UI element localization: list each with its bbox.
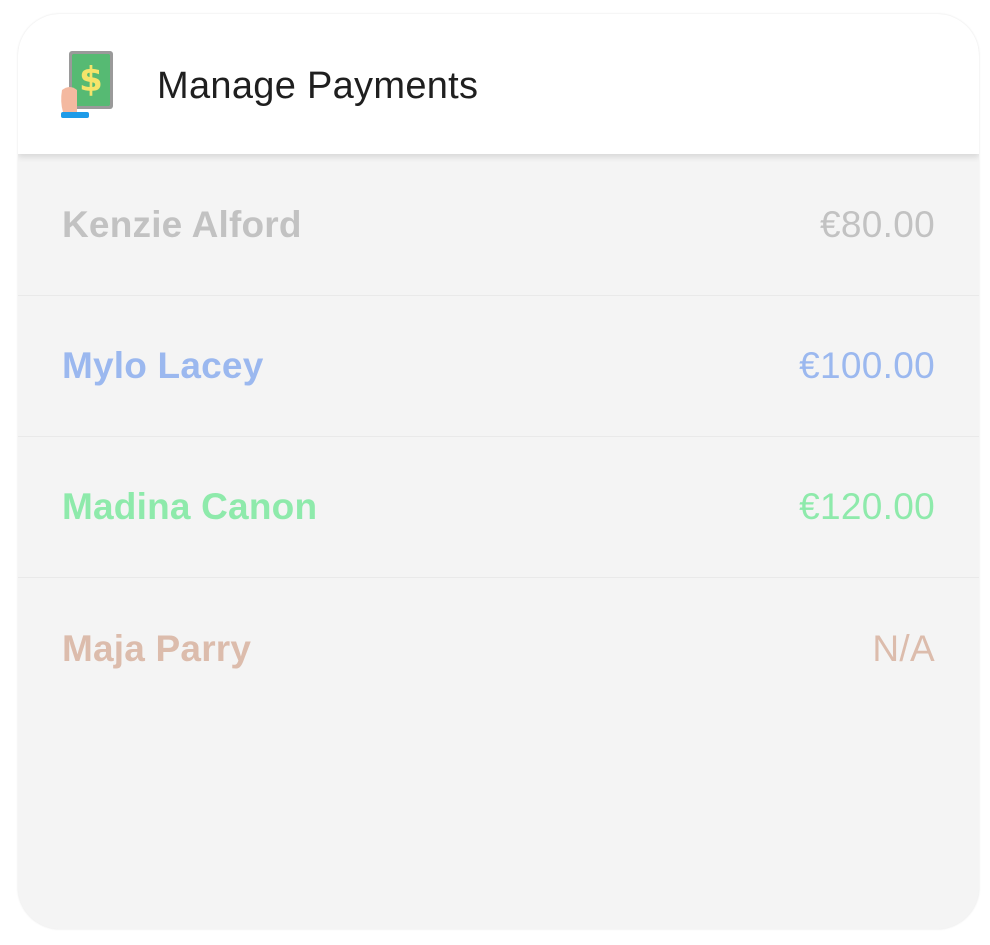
payer-name: Kenzie Alford <box>62 203 302 245</box>
list-item[interactable]: Mylo Lacey €100.00 <box>18 296 979 437</box>
list-item[interactable]: Madina Canon €120.00 <box>18 437 979 578</box>
app-bar: $ Manage Payments <box>18 14 979 154</box>
payer-name: Madina Canon <box>62 486 318 527</box>
list-item[interactable]: Kenzie Alford €80.00 <box>18 154 979 296</box>
svg-text:$: $ <box>79 60 103 100</box>
payment-phone-icon: $ <box>60 50 116 120</box>
payment-amount: €100.00 <box>799 345 935 386</box>
list-item[interactable]: Maja Parry N/A <box>18 578 979 719</box>
payments-card: $ Manage Payments Kenzie Alford €80.00 M… <box>18 14 979 929</box>
payment-amount: N/A <box>872 627 935 669</box>
payer-name: Maja Parry <box>62 627 252 669</box>
payment-amount: €80.00 <box>820 203 935 245</box>
payments-list: Kenzie Alford €80.00 Mylo Lacey €100.00 … <box>18 154 979 719</box>
page-title: Manage Payments <box>157 65 479 107</box>
payer-name: Mylo Lacey <box>62 345 264 386</box>
payment-amount: €120.00 <box>799 486 935 527</box>
